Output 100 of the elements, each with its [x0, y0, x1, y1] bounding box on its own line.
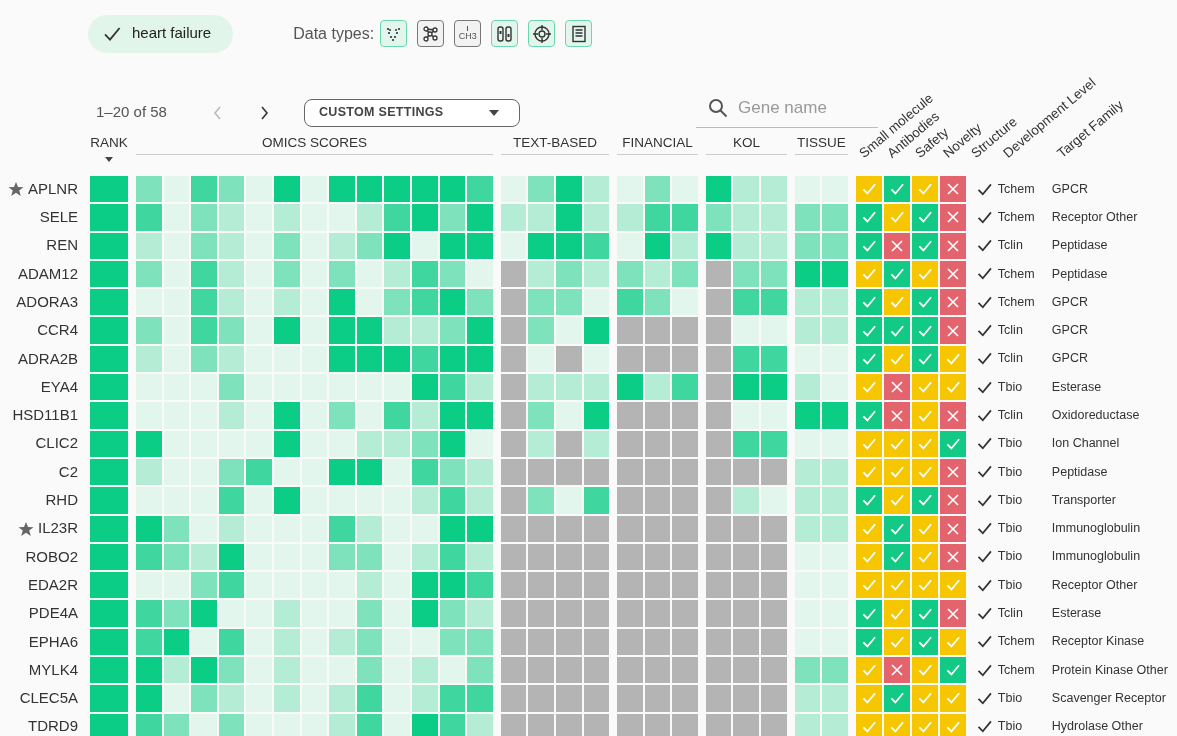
data-type-toggle[interactable] — [380, 20, 408, 47]
data-type-toggle[interactable] — [491, 20, 519, 47]
data-type-toggle[interactable]: CH3 — [454, 20, 482, 47]
check-icon — [860, 577, 877, 594]
target-family: GPCR — [1051, 350, 1088, 368]
check-icon — [888, 464, 905, 481]
check-icon — [944, 662, 961, 679]
development-level: Tchem — [997, 661, 1036, 679]
cross-icon — [945, 550, 960, 564]
check-icon — [916, 690, 933, 707]
gene-name: ADRA2B — [17, 348, 78, 369]
check-icon — [888, 209, 905, 226]
target-family: Protein Kinase Other — [1051, 661, 1168, 679]
check-icon — [860, 464, 877, 481]
gene-name: CLEC5A — [19, 688, 78, 709]
development-level: Tchem — [997, 293, 1036, 311]
development-level: Tbio — [997, 520, 1024, 538]
column-header: RANK — [90, 135, 128, 151]
target-family: Peptidase — [1051, 463, 1108, 481]
cross-icon — [945, 182, 960, 197]
target-family: Transporter — [1051, 491, 1116, 509]
check-icon — [916, 464, 933, 481]
target-family: Receptor Other — [1051, 208, 1138, 226]
development-level: Tbio — [997, 378, 1024, 396]
column-header: OMICS SCORES — [136, 135, 493, 155]
cross-icon — [945, 606, 960, 621]
star-icon[interactable] — [7, 181, 24, 197]
column-header: FINANCIAL — [617, 135, 698, 155]
caret-icon — [489, 109, 499, 116]
development-level: Tclin — [997, 350, 1024, 368]
development-level: Tchem — [997, 208, 1036, 226]
network-icon — [421, 24, 440, 43]
check-icon — [860, 379, 877, 396]
search-icon — [708, 98, 728, 118]
check-icon — [860, 492, 877, 509]
column-header: TEXT-BASED — [500, 135, 610, 155]
check-icon — [888, 549, 905, 565]
target-icon — [532, 24, 551, 43]
development-level: Tbio — [997, 576, 1024, 594]
star-icon[interactable] — [17, 520, 34, 537]
gene-name: PDE4A — [28, 603, 78, 624]
development-level: Tbio — [997, 491, 1024, 509]
cross-icon — [889, 408, 904, 423]
check-icon — [860, 181, 877, 198]
check-icon — [860, 266, 877, 283]
check-icon — [860, 294, 877, 311]
document-icon — [569, 24, 588, 43]
check-icon — [860, 209, 877, 226]
gene-name: IL23R — [37, 518, 78, 539]
check-icon — [888, 181, 905, 198]
cross-icon — [945, 493, 960, 508]
target-family: Immunoglobulin — [1051, 520, 1141, 538]
target-family: Esterase — [1051, 378, 1102, 396]
gene-name: CLIC2 — [35, 433, 78, 454]
development-level: Tbio — [997, 689, 1024, 707]
target-family: Oxidoreductase — [1051, 407, 1140, 424]
settings-dropdown[interactable]: CUSTOM SETTINGS — [304, 98, 520, 127]
cross-icon — [889, 663, 904, 678]
column-header: TISSUE — [794, 135, 848, 155]
check-icon — [888, 577, 905, 594]
data-type-toggle[interactable] — [528, 20, 556, 47]
target-family: Ion Channel — [1051, 435, 1120, 453]
data-type-toggle[interactable] — [565, 20, 593, 47]
check-icon — [916, 549, 933, 565]
development-level: Tbio — [997, 548, 1024, 566]
cross-icon — [945, 521, 960, 536]
blot-icon — [495, 24, 514, 43]
cross-icon — [945, 267, 960, 282]
gene-name: EYA4 — [40, 376, 78, 397]
check-icon — [916, 294, 933, 311]
development-level: Tchem — [997, 265, 1036, 283]
gene-name: EDA2R — [27, 574, 78, 595]
target-family: Immunoglobulin — [1051, 548, 1141, 566]
sort-icon[interactable] — [105, 157, 113, 162]
condition-chip[interactable]: heart failure — [88, 14, 234, 53]
data-type-toggle[interactable] — [417, 20, 445, 47]
cross-icon — [945, 210, 960, 225]
gene-name: REN — [46, 235, 78, 256]
development-level: Tclin — [997, 322, 1024, 340]
cross-icon — [945, 295, 960, 310]
data-types-label: Data types: — [293, 23, 375, 44]
target-family: GPCR — [1051, 180, 1088, 198]
check-icon — [888, 690, 905, 707]
gene-name: SELE — [39, 207, 78, 228]
development-level: Tbio — [997, 435, 1024, 453]
cross-icon — [945, 323, 960, 338]
check-icon — [916, 662, 933, 679]
gene-name: ADAM12 — [17, 263, 78, 284]
gene-name: C2 — [58, 461, 78, 482]
check-icon — [916, 181, 933, 198]
gene-name: MYLK4 — [28, 659, 78, 680]
check-icon — [916, 492, 933, 509]
check-icon — [888, 294, 905, 311]
target-family: Esterase — [1051, 605, 1102, 623]
target-family: Receptor Other — [1051, 576, 1138, 594]
gene-name: APLNR — [27, 178, 78, 199]
search-field[interactable]: Gene name — [736, 94, 876, 122]
target-family: Peptidase — [1051, 265, 1108, 283]
development-level: Tchem — [997, 180, 1036, 198]
check-icon — [944, 690, 961, 707]
